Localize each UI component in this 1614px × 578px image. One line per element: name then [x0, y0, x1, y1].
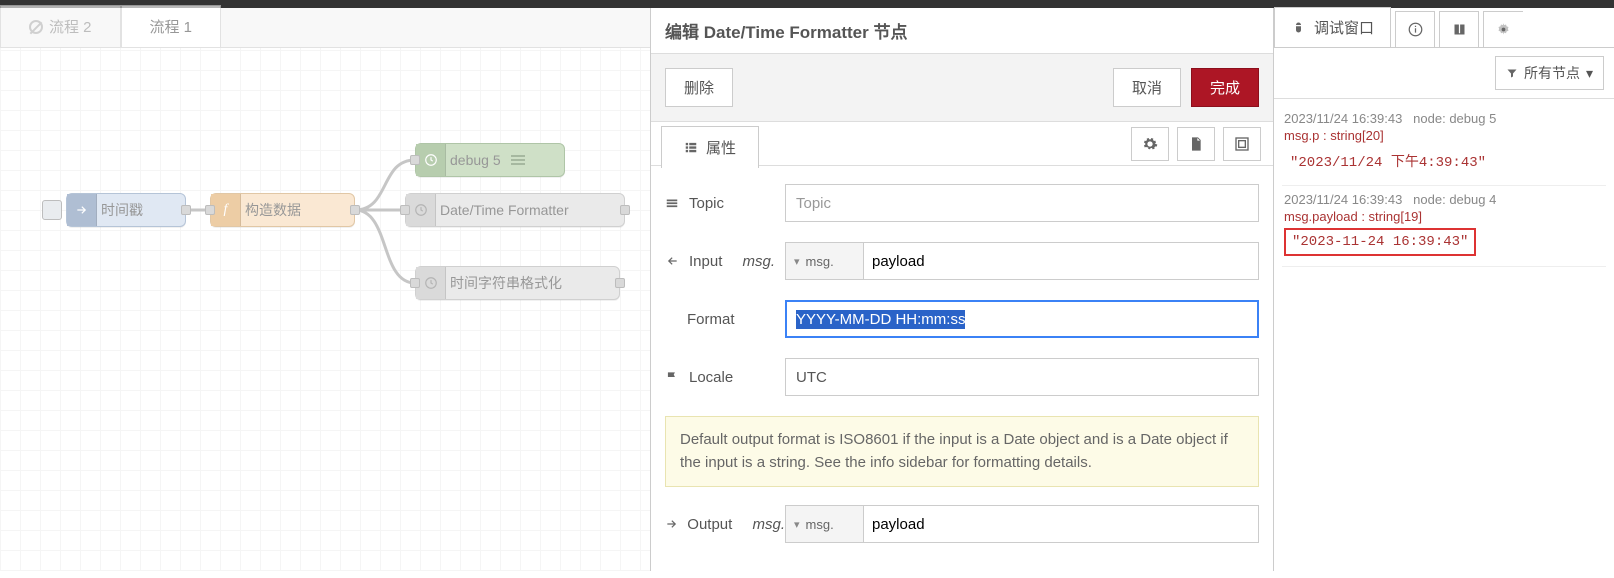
node-label: Date/Time Formatter	[440, 202, 569, 218]
function-icon: f	[211, 194, 241, 226]
appearance-button[interactable]	[1223, 127, 1261, 161]
tag-icon	[665, 196, 681, 210]
filter-icon	[1506, 67, 1518, 79]
node-label: 时间字符串格式化	[450, 273, 562, 293]
debug-messages: 2023/11/24 16:39:43 node: debug 5 msg.p …	[1274, 99, 1614, 571]
flow-tabs: 流程 2 流程 1	[0, 8, 650, 48]
msg-type: msg.payload : string[19]	[1284, 209, 1604, 224]
book-icon	[1452, 22, 1467, 37]
delete-button[interactable]: 删除	[665, 68, 733, 107]
input-msg-field[interactable]: msg.	[785, 242, 1259, 280]
tab-debug[interactable]: 调试窗口	[1274, 7, 1391, 47]
book-button[interactable]	[1439, 11, 1479, 47]
flow-tab-label: 流程 2	[49, 16, 92, 37]
disabled-icon	[29, 20, 43, 34]
node-label: debug 5	[450, 152, 501, 168]
msg-value: "2023/11/24 下午4:39:43"	[1284, 147, 1492, 175]
format-hint: Default output format is ISO8601 if the …	[665, 416, 1259, 487]
cancel-button[interactable]: 取消	[1113, 68, 1181, 107]
editor-title: 编辑 Date/Time Formatter 节点	[651, 8, 1273, 54]
clock-icon	[416, 267, 446, 299]
tab-label: 调试窗口	[1314, 17, 1374, 38]
debug-toggle-icon[interactable]	[511, 155, 525, 165]
node-string-formatter[interactable]: 时间字符串格式化	[415, 266, 620, 300]
msg-source: node: debug 4	[1413, 192, 1496, 207]
debug-sidebar: 调试窗口 所有节点 ▾ 2023/	[1274, 8, 1614, 571]
list-icon	[684, 140, 698, 154]
inject-trigger-button[interactable]	[42, 200, 62, 220]
node-label: 构造数据	[245, 200, 301, 220]
clock-icon	[416, 144, 446, 176]
input-path[interactable]	[864, 243, 1258, 279]
msg-source: node: debug 5	[1413, 111, 1496, 126]
msg-value: "2023-11-24 16:39:43"	[1284, 228, 1476, 256]
filter-dropdown[interactable]: 所有节点 ▾	[1495, 56, 1604, 90]
tab-label: 属性	[706, 137, 736, 158]
locale-input[interactable]	[785, 358, 1259, 396]
clock-icon	[406, 194, 436, 226]
docs-button[interactable]	[1177, 127, 1215, 161]
info-button[interactable]	[1395, 11, 1435, 47]
msg-timestamp: 2023/11/24 16:39:43	[1284, 192, 1402, 207]
format-label: Format	[665, 311, 785, 328]
output-label: Output msg.	[665, 516, 785, 533]
output-path[interactable]	[864, 506, 1258, 542]
info-icon	[1408, 22, 1423, 37]
bug-icon	[1291, 20, 1306, 35]
node-inject[interactable]: 时间戳	[66, 193, 186, 227]
msg-timestamp: 2023/11/24 16:39:43	[1284, 111, 1402, 126]
node-label: 时间戳	[101, 200, 143, 220]
debug-message[interactable]: 2023/11/24 16:39:43 node: debug 5 msg.p …	[1282, 105, 1606, 186]
caret-down-icon: ▾	[1586, 65, 1593, 82]
more-button[interactable]	[1483, 11, 1523, 47]
msg-type: msg.p : string[20]	[1284, 128, 1604, 143]
node-function[interactable]: f 构造数据	[210, 193, 355, 227]
locale-label: Locale	[665, 369, 785, 386]
node-editor-panel: 编辑 Date/Time Formatter 节点 删除 取消 完成 属性	[650, 8, 1274, 571]
type-dropdown[interactable]: msg.	[786, 506, 864, 542]
flow-tab-2[interactable]: 流程 2	[0, 5, 121, 47]
arrow-left-icon	[665, 254, 681, 268]
output-msg-field[interactable]: msg.	[785, 505, 1259, 543]
file-icon	[1188, 136, 1204, 152]
settings-button[interactable]	[1131, 127, 1169, 161]
flow-tab-1[interactable]: 流程 1	[121, 5, 222, 47]
gear-icon	[1142, 136, 1158, 152]
node-datetime-formatter[interactable]: Date/Time Formatter	[405, 193, 625, 227]
input-label: Input msg.	[665, 253, 785, 270]
debug-message[interactable]: 2023/11/24 16:39:43 node: debug 4 msg.pa…	[1282, 186, 1606, 267]
done-button[interactable]: 完成	[1191, 68, 1259, 107]
tab-properties[interactable]: 属性	[661, 126, 759, 168]
flow-tab-label: 流程 1	[150, 16, 193, 37]
flow-workspace: 流程 2 流程 1 时间戳 f 构	[0, 8, 650, 571]
gear-icon	[1496, 22, 1511, 37]
arrow-right-icon	[665, 517, 679, 531]
topic-label: Topic	[665, 195, 785, 212]
type-dropdown[interactable]: msg.	[786, 243, 864, 279]
layout-icon	[1234, 136, 1250, 152]
format-input[interactable]: YYYY-MM-DD HH:mm:ss	[785, 300, 1259, 338]
flag-icon	[665, 370, 681, 384]
node-debug[interactable]: debug 5	[415, 143, 565, 177]
arrow-right-icon	[67, 194, 97, 226]
flow-canvas[interactable]: 时间戳 f 构造数据 debug 5 Date/Time	[0, 48, 650, 571]
topic-input[interactable]	[785, 184, 1259, 222]
